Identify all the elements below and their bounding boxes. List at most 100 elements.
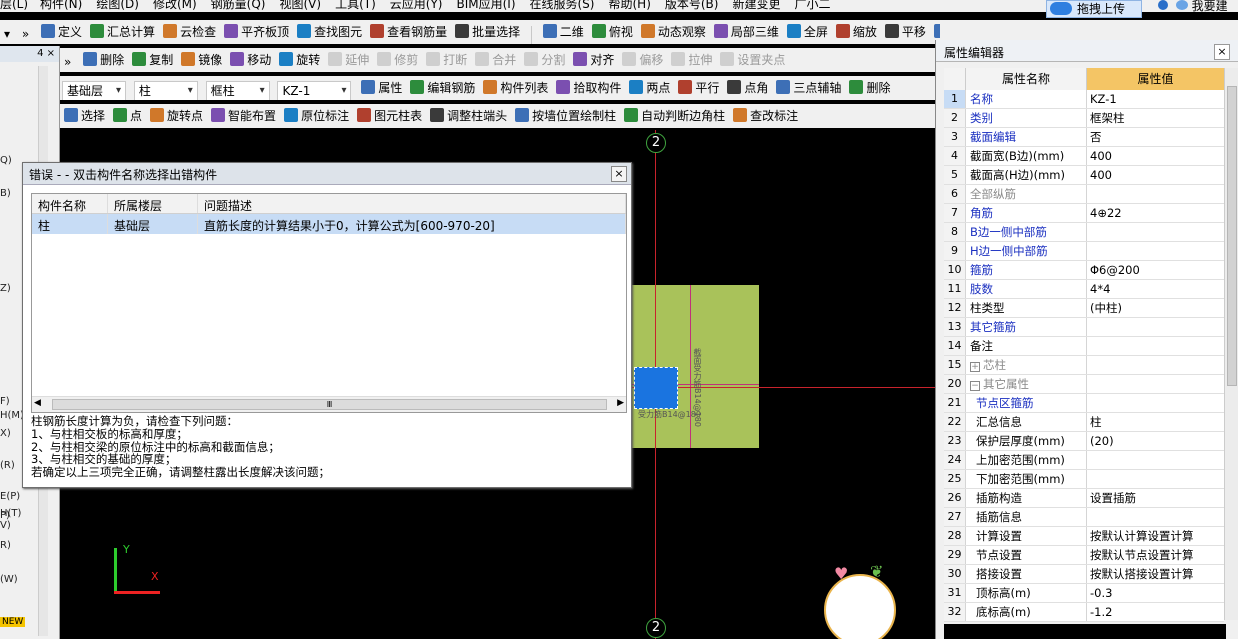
- toolbar-button[interactable]: 拉伸: [667, 48, 716, 70]
- property-row[interactable]: 4 截面宽(B边)(mm) 400: [944, 147, 1224, 166]
- menu-item[interactable]: 新建变更: [732, 0, 780, 12]
- property-row[interactable]: 3 截面编辑 否: [944, 128, 1224, 147]
- menu-item[interactable]: 工具(T): [335, 0, 376, 12]
- toolbar-button[interactable]: 编辑钢筋: [406, 76, 479, 98]
- property-value[interactable]: 否: [1087, 128, 1224, 146]
- property-value[interactable]: [1087, 223, 1224, 241]
- toolbar-button[interactable]: 移动: [226, 48, 275, 70]
- close-icon[interactable]: ×: [611, 166, 627, 182]
- scroll-thumb[interactable]: Ⅲ: [52, 399, 607, 410]
- toolbar1-arrow[interactable]: ▾: [0, 23, 14, 44]
- left-panel-item[interactable]: Z): [0, 283, 11, 294]
- toolbar-button[interactable]: 查改标注: [729, 104, 802, 126]
- property-value[interactable]: 400: [1087, 147, 1224, 165]
- property-value[interactable]: KZ-1: [1087, 90, 1224, 108]
- toolbar-button[interactable]: 点角: [723, 76, 772, 98]
- property-value[interactable]: [1087, 470, 1224, 488]
- account-area[interactable]: 我要建: [1158, 0, 1228, 14]
- toolbar-button[interactable]: 偏移: [618, 48, 667, 70]
- property-value[interactable]: [1087, 318, 1224, 336]
- property-value[interactable]: Φ6@200: [1087, 261, 1224, 279]
- property-value[interactable]: 4⊕22: [1087, 204, 1224, 222]
- left-panel-item[interactable]: V): [0, 520, 11, 531]
- scroll-right-icon[interactable]: ▶: [617, 398, 624, 408]
- toolbar2-more[interactable]: »: [60, 51, 75, 72]
- menu-item[interactable]: 在线服务(S): [530, 0, 595, 12]
- menu-item[interactable]: 帮助(H): [608, 0, 650, 12]
- menu-left-fragment[interactable]: 层(L): [0, 0, 28, 12]
- toolbar-button[interactable]: 原位标注: [280, 104, 353, 126]
- floor-select[interactable]: 基础层: [62, 80, 126, 100]
- menu-item[interactable]: 构件(N): [40, 0, 82, 12]
- category-select[interactable]: 柱: [133, 80, 198, 100]
- property-row[interactable]: 26 插筋构造 设置插筋: [944, 489, 1224, 508]
- left-panel-item[interactable]: H(T): [0, 508, 21, 519]
- toolbar-button[interactable]: 动态观察: [637, 20, 710, 42]
- property-row[interactable]: 27 插筋信息: [944, 508, 1224, 527]
- property-row[interactable]: 13 其它箍筋: [944, 318, 1224, 337]
- menu-item[interactable]: BIM应用(I): [456, 0, 515, 12]
- property-value[interactable]: [1087, 394, 1224, 412]
- property-row[interactable]: 24 上加密范围(mm): [944, 451, 1224, 470]
- toolbar-button[interactable]: 图元柱表: [353, 104, 426, 126]
- property-value[interactable]: 4*4: [1087, 280, 1224, 298]
- property-value[interactable]: 按默认节点设置计算: [1087, 546, 1224, 564]
- col-floor[interactable]: 所属楼层: [108, 194, 198, 213]
- property-value[interactable]: [1087, 337, 1224, 355]
- menu-item[interactable]: 广小二: [795, 0, 831, 12]
- toolbar-button[interactable]: 删除: [845, 76, 894, 98]
- property-value[interactable]: (中柱): [1087, 299, 1224, 317]
- toolbar-button[interactable]: 平齐板顶: [220, 20, 293, 42]
- toolbar-button[interactable]: 自动判断边角柱: [620, 104, 729, 126]
- toolbar-button[interactable]: 点: [109, 104, 146, 126]
- toolbar-button[interactable]: 定义: [37, 20, 86, 42]
- left-panel-item[interactable]: (R): [0, 460, 15, 471]
- toolbar-button[interactable]: 旋转: [275, 48, 324, 70]
- toolbar-button[interactable]: 构件列表: [479, 76, 552, 98]
- left-panel-item[interactable]: X): [0, 428, 11, 439]
- toolbar-button[interactable]: 二维: [539, 20, 588, 42]
- toolbar-button[interactable]: 平行: [674, 76, 723, 98]
- menu-item[interactable]: 绘图(D): [96, 0, 139, 12]
- left-panel-item[interactable]: B): [0, 188, 11, 199]
- property-value[interactable]: [1087, 508, 1224, 526]
- toolbar-button[interactable]: 合并: [471, 48, 520, 70]
- col-component-name[interactable]: 构件名称: [32, 194, 108, 213]
- type-select[interactable]: 框柱: [205, 80, 270, 100]
- property-value[interactable]: 按默认计算设置计算: [1087, 527, 1224, 545]
- close-icon[interactable]: ×: [1214, 44, 1230, 60]
- toolbar-button[interactable]: 全屏: [783, 20, 832, 42]
- toolbar-button[interactable]: 属性: [357, 76, 406, 98]
- property-row[interactable]: 28 计算设置 按默认计算设置计算: [944, 527, 1224, 546]
- toolbar-button[interactable]: 选择: [60, 104, 109, 126]
- scroll-left-icon[interactable]: ◀: [34, 398, 41, 408]
- toolbar-button[interactable]: 局部三维: [710, 20, 783, 42]
- expand-icon[interactable]: +: [970, 362, 980, 372]
- toolbar-button[interactable]: 拾取构件: [552, 76, 625, 98]
- pin-label[interactable]: 4 ×: [37, 48, 55, 59]
- property-row[interactable]: 30 搭接设置 按默认搭接设置计算: [944, 565, 1224, 584]
- toolbar-button[interactable]: 批量选择: [451, 20, 524, 42]
- property-row[interactable]: 12 柱类型 (中柱): [944, 299, 1224, 318]
- mascot-icon[interactable]: [824, 574, 896, 639]
- table-row[interactable]: 柱 基础层 直筋长度的计算结果小于0，计算公式为[600-970-20]: [32, 214, 626, 234]
- property-row[interactable]: 2 类别 框架柱: [944, 109, 1224, 128]
- menu-item[interactable]: 云应用(Y): [390, 0, 443, 12]
- property-row[interactable]: 9 H边一侧中部筋: [944, 242, 1224, 261]
- menu-item[interactable]: 修改(M): [153, 0, 197, 12]
- property-row[interactable]: 8 B边一侧中部筋: [944, 223, 1224, 242]
- column[interactable]: [634, 367, 678, 409]
- toolbar-button[interactable]: 设置夹点: [716, 48, 789, 70]
- property-row[interactable]: 5 截面高(H边)(mm) 400: [944, 166, 1224, 185]
- toolbar-button[interactable]: 平移: [881, 20, 930, 42]
- left-panel-item[interactable]: Q): [0, 155, 12, 166]
- left-panel-item[interactable]: E(P): [0, 491, 20, 502]
- toolbar-button[interactable]: 调整柱端头: [426, 104, 511, 126]
- property-value[interactable]: 柱: [1087, 413, 1224, 431]
- property-row[interactable]: 32 底标高(m) -1.2: [944, 603, 1224, 622]
- property-row[interactable]: 6 全部纵筋: [944, 185, 1224, 204]
- toolbar-button[interactable]: 云检查: [159, 20, 220, 42]
- property-row[interactable]: 31 顶标高(m) -0.3: [944, 584, 1224, 603]
- property-row[interactable]: 10 箍筋 Φ6@200: [944, 261, 1224, 280]
- property-value[interactable]: 框架柱: [1087, 109, 1224, 127]
